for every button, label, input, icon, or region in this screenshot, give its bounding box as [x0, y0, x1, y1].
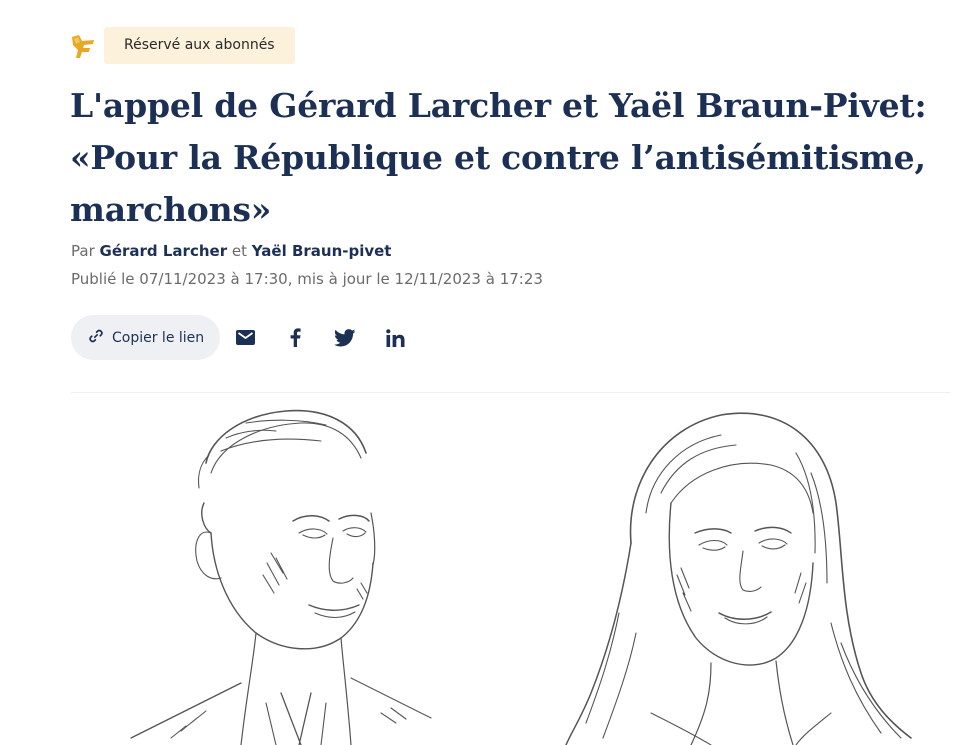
byline-prefix: Par [71, 242, 95, 260]
article-title: L'appel de Gérard Larcher et Yaël Braun-… [70, 86, 927, 229]
share-email-button[interactable] [220, 315, 270, 360]
author-link-gerard-larcher[interactable]: Gérard Larcher [100, 242, 228, 260]
share-linkedin-button[interactable] [370, 315, 420, 360]
facebook-icon [290, 328, 301, 347]
subscribers-only-badge: Réservé aux abonnés [104, 27, 295, 64]
copy-link-button[interactable]: Copier le lien [71, 315, 221, 360]
mail-icon [235, 330, 255, 345]
share-twitter-button[interactable] [320, 315, 370, 360]
article-illustration [71, 393, 951, 745]
publication-dates: Publié le 07/11/2023 à 17:30, mis à jour… [71, 270, 543, 288]
byline-join: et [231, 242, 248, 260]
le-figaro-f-logo-icon [70, 33, 96, 59]
portrait-sketch-left [130, 409, 432, 745]
link-icon [88, 328, 104, 348]
share-facebook-button[interactable] [270, 315, 320, 360]
copy-link-label: Copier le lien [112, 329, 205, 346]
premium-row: Réservé aux abonnés [70, 27, 295, 64]
linkedin-icon [385, 328, 405, 347]
share-toolbar: Copier le lien [71, 315, 420, 360]
portrait-sketches [130, 409, 912, 745]
twitter-icon [334, 328, 356, 347]
byline: Par Gérard Larcher et Yaël Braun-pivet [71, 241, 391, 261]
portrait-sketch-right [565, 412, 912, 745]
author-link-yael-braun-pivet[interactable]: Yaël Braun-pivet [252, 242, 392, 260]
